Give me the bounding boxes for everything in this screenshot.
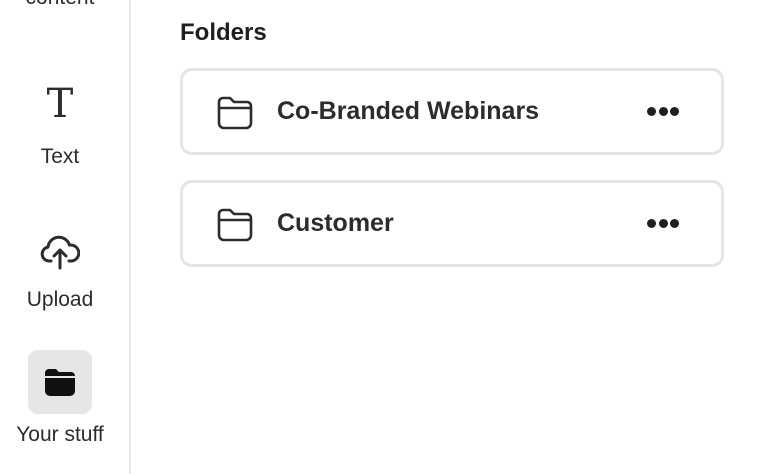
- folder-card[interactable]: Co-Branded Webinars: [180, 68, 724, 155]
- sidebar-item-upload[interactable]: Upload: [0, 232, 120, 313]
- sidebar-item-add-content[interactable]: content: [0, 0, 120, 10]
- more-icon: [670, 219, 679, 228]
- sidebar-item-label: Your stuff: [16, 423, 104, 446]
- more-options-button[interactable]: [639, 92, 687, 132]
- section-title: Folders: [180, 19, 267, 46]
- folder-card[interactable]: Customer: [180, 180, 724, 267]
- more-icon: [658, 219, 668, 228]
- cloud-upload-icon: [40, 235, 80, 270]
- more-icon: [647, 219, 656, 228]
- folder-filled-icon: [45, 369, 75, 396]
- selected-indicator: [28, 350, 92, 414]
- folder-icon: [217, 96, 253, 129]
- more-icon: [670, 107, 679, 116]
- sidebar-item-label: content: [26, 0, 95, 10]
- main-panel: Folders Co-Branded Webinars Customer: [131, 0, 768, 474]
- folder-name: Co-Branded Webinars: [277, 97, 540, 125]
- folder-icon: [217, 208, 253, 241]
- more-options-button[interactable]: [639, 204, 687, 244]
- sidebar-item-label: Text: [40, 145, 80, 168]
- sidebar-item-text[interactable]: T Text: [0, 84, 120, 170]
- sidebar-item-label: Upload: [26, 288, 94, 311]
- left-sidebar: content T Text Upload Your stuff: [0, 0, 131, 474]
- more-icon: [658, 107, 668, 116]
- more-icon: [647, 107, 656, 116]
- sidebar-item-your-stuff[interactable]: Your stuff: [0, 350, 120, 448]
- text-icon: T: [46, 81, 74, 127]
- folder-name: Customer: [277, 209, 394, 237]
